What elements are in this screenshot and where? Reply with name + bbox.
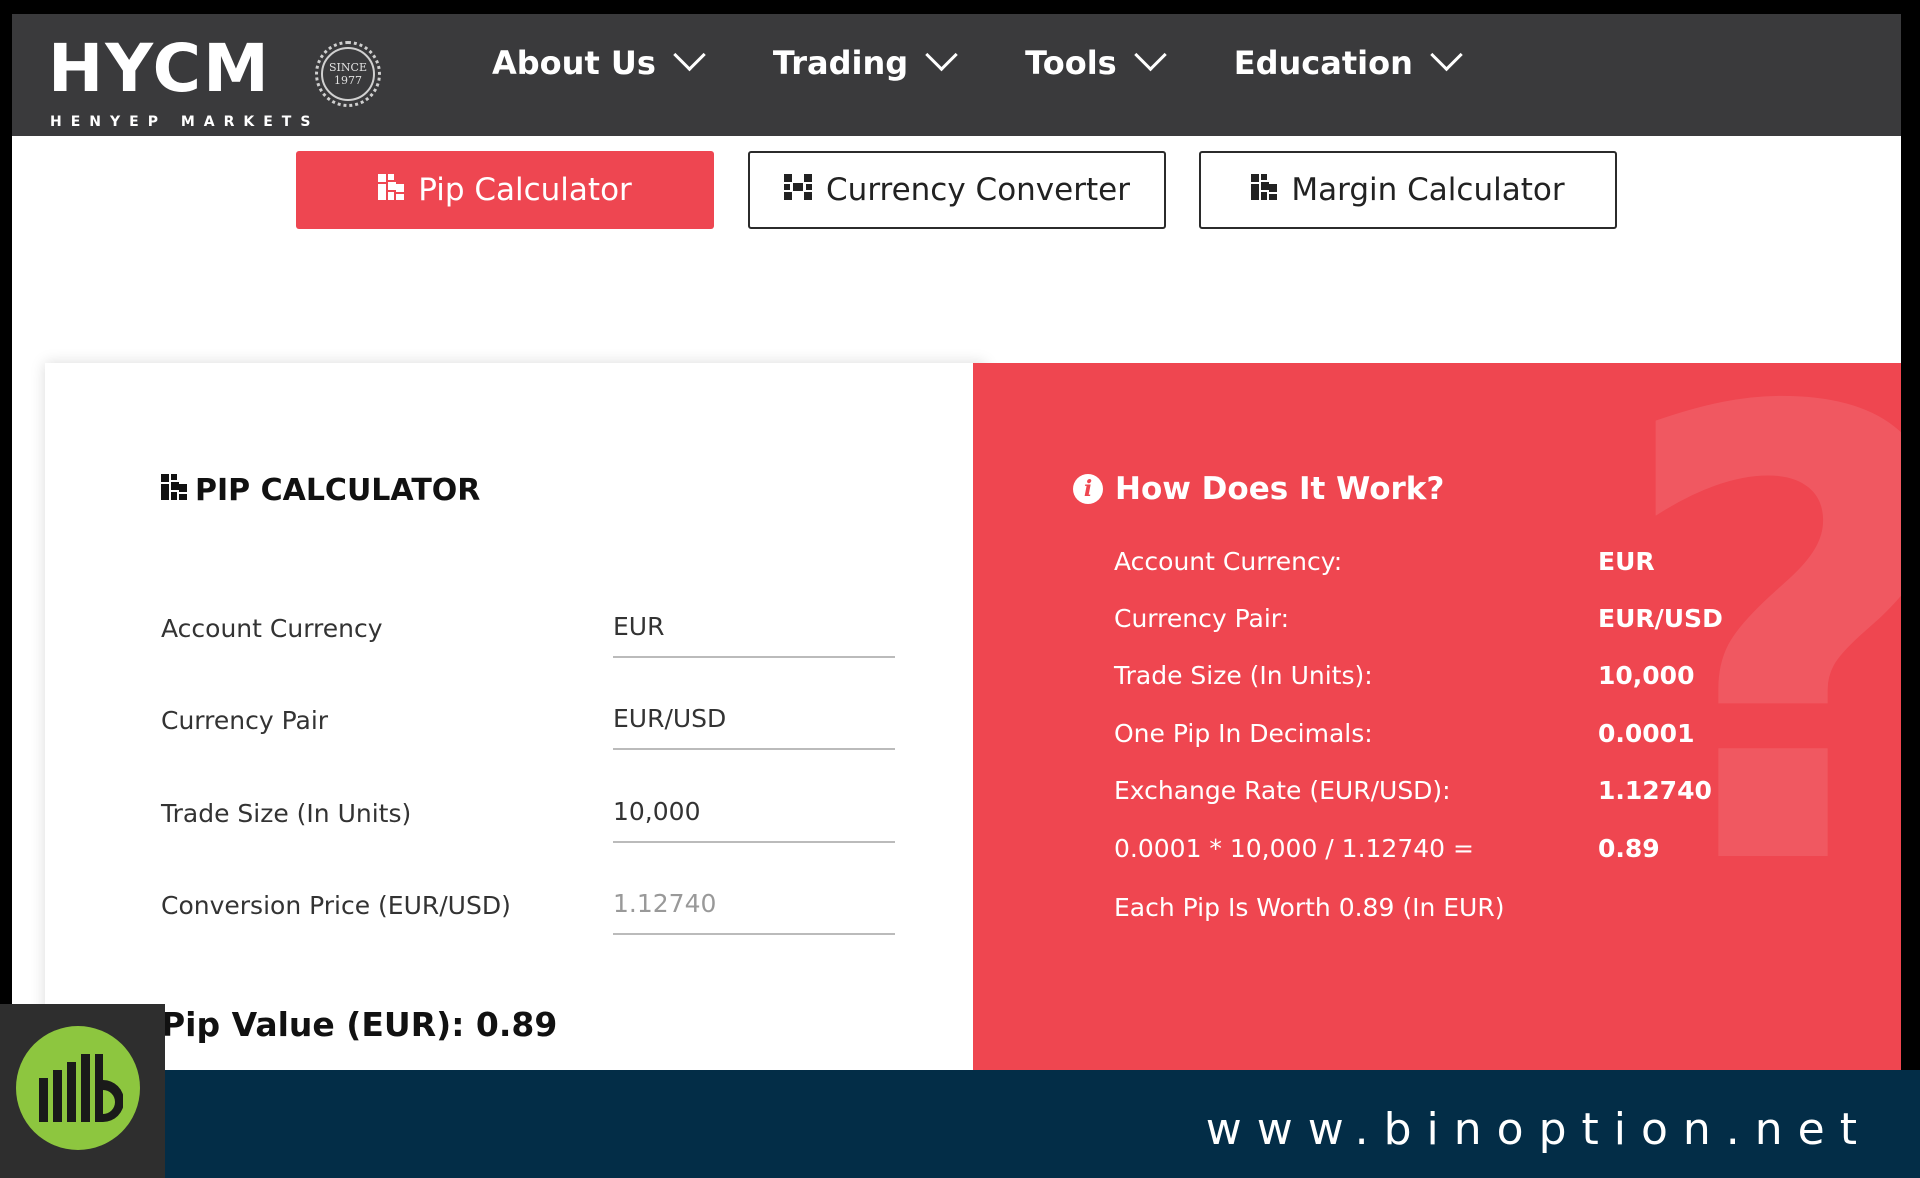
- calculator-icon: [378, 172, 405, 208]
- field-currency-pair: Currency Pair EUR/USD: [161, 690, 901, 750]
- binoption-badge: [0, 1004, 165, 1178]
- tab-label: Currency Converter: [826, 172, 1130, 208]
- trade-size-input[interactable]: 10,000: [613, 797, 895, 843]
- page-frame: HYCM HENYEP MARKETS SINCE 1977 About Us …: [12, 14, 1901, 1178]
- tab-label: Pip Calculator: [418, 172, 632, 208]
- nav-about-us[interactable]: About Us: [492, 38, 706, 82]
- how-key: One Pip In Decimals:: [1114, 719, 1373, 748]
- nav-label: Tools: [1025, 44, 1117, 82]
- info-icon: i: [1073, 474, 1103, 504]
- field-label: Conversion Price (EUR/USD): [161, 891, 511, 920]
- how-value: EUR: [1598, 547, 1655, 576]
- pip-calculator-card: PIP CALCULATOR Account Currency EUR Curr…: [45, 363, 985, 1103]
- tab-label: Margin Calculator: [1291, 172, 1565, 208]
- tab-margin-calculator[interactable]: Margin Calculator: [1199, 151, 1617, 229]
- how-key: 0.0001 * 10,000 / 1.12740 =: [1114, 834, 1474, 863]
- seal-line2: 1977: [334, 74, 362, 87]
- how-key: Account Currency:: [1114, 547, 1343, 576]
- pip-value-result: Pip Value (EUR): 0.89: [161, 1005, 558, 1044]
- tab-currency-converter[interactable]: Currency Converter: [748, 151, 1166, 229]
- binoption-logo-icon: [16, 1026, 140, 1150]
- how-key: Each Pip Is Worth 0.89 (In EUR): [1114, 893, 1505, 922]
- calculator-title: PIP CALCULATOR: [161, 473, 480, 508]
- logo-subtitle: HENYEP MARKETS: [50, 114, 320, 130]
- how-value: 0.89: [1598, 834, 1660, 863]
- nav-label: Education: [1233, 44, 1413, 82]
- since-seal: SINCE 1977: [315, 41, 381, 107]
- nav-education[interactable]: Education: [1233, 38, 1463, 82]
- field-account-currency: Account Currency EUR: [161, 598, 901, 658]
- currency-pair-select[interactable]: EUR/USD: [613, 704, 895, 750]
- logo-wordmark: HYCM: [48, 30, 271, 107]
- field-trade-size: Trade Size (In Units) 10,000: [161, 783, 901, 843]
- chevron-down-icon: [1133, 38, 1167, 71]
- chevron-down-icon: [1430, 38, 1463, 71]
- nav-trading[interactable]: Trading: [772, 38, 958, 82]
- calculator-icon: [1251, 172, 1278, 208]
- how-value: EUR/USD: [1598, 604, 1723, 633]
- how-value: 1.12740: [1598, 776, 1712, 805]
- conversion-price-input[interactable]: 1.12740: [613, 889, 895, 935]
- how-title: How Does It Work?: [1115, 471, 1445, 507]
- seal-line1: SINCE: [329, 61, 367, 74]
- top-navigation: HYCM HENYEP MARKETS SINCE 1977 About Us …: [12, 14, 1901, 136]
- nav-label: About Us: [492, 44, 656, 82]
- field-conversion-price: Conversion Price (EUR/USD) 1.12740: [161, 875, 901, 935]
- field-label: Currency Pair: [161, 706, 329, 735]
- question-mark-watermark: ?: [1613, 363, 1901, 953]
- tab-pip-calculator[interactable]: Pip Calculator: [296, 151, 714, 229]
- chevron-down-icon: [925, 38, 958, 71]
- chevron-down-icon: [673, 38, 706, 71]
- nav-links: About Us Trading Tools Education: [492, 38, 1530, 82]
- calculator-title-text: PIP CALCULATOR: [195, 473, 481, 508]
- field-label: Trade Size (In Units): [161, 799, 412, 828]
- hycm-logo[interactable]: HYCM HENYEP MARKETS: [48, 30, 310, 131]
- field-label: Account Currency: [161, 614, 383, 643]
- nav-label: Trading: [772, 44, 909, 82]
- how-key: Currency Pair:: [1114, 604, 1290, 633]
- nav-tools[interactable]: Tools: [1025, 38, 1167, 82]
- how-value: 0.0001: [1598, 719, 1695, 748]
- account-currency-select[interactable]: EUR: [613, 612, 895, 658]
- how-value: 10,000: [1598, 661, 1695, 690]
- watermark-footer: www.binoption.net: [0, 1070, 1920, 1178]
- how-key: Exchange Rate (EUR/USD):: [1114, 776, 1451, 805]
- converter-icon: [784, 172, 813, 208]
- how-it-works-panel: ? i How Does It Work? Account Currency: …: [973, 363, 1901, 1103]
- calculator-icon: [161, 473, 187, 508]
- footer-url: www.binoption.net: [1205, 1104, 1872, 1155]
- how-it-works-heading: i How Does It Work?: [1073, 471, 1444, 507]
- how-key: Trade Size (In Units):: [1114, 661, 1373, 690]
